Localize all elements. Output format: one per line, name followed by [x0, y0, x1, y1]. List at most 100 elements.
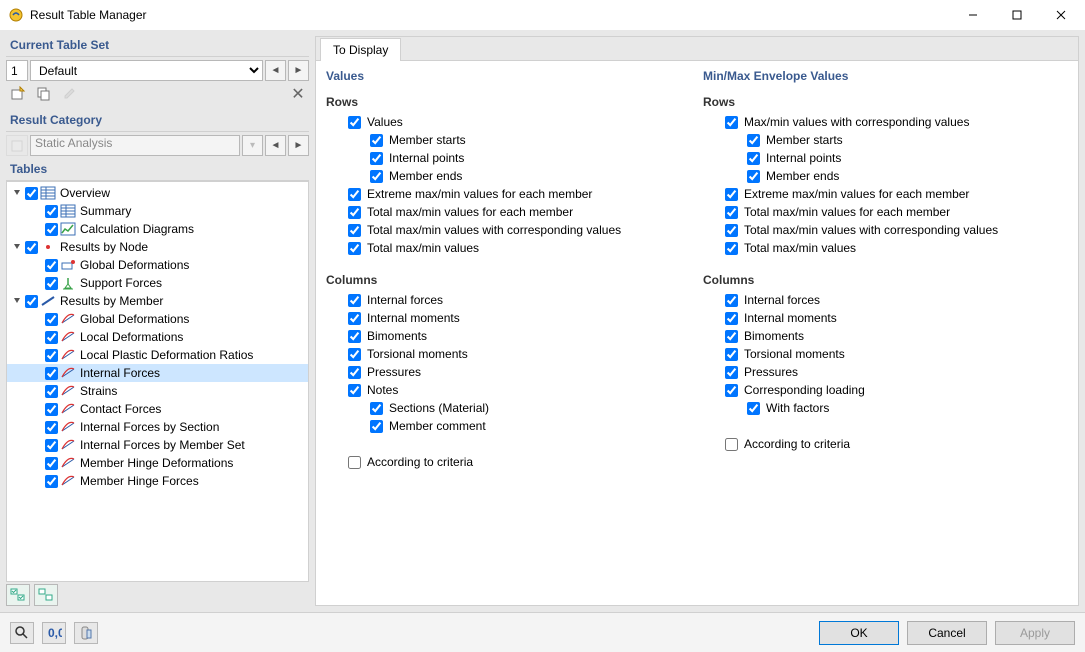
tree-item[interactable]: Member Hinge Deformations [7, 454, 308, 472]
option-label: Total max/min values [367, 241, 479, 255]
close-button[interactable] [1039, 0, 1083, 30]
option-checkbox[interactable] [725, 206, 738, 219]
option-checkbox[interactable] [348, 188, 361, 201]
option-checkbox[interactable] [747, 152, 760, 165]
prev-category-button[interactable]: ◄ [265, 135, 286, 156]
option-checkbox[interactable] [747, 402, 760, 415]
option-checkbox[interactable] [725, 366, 738, 379]
units-button[interactable]: 0,00 [42, 622, 66, 644]
tab-to-display[interactable]: To Display [320, 38, 401, 61]
tree-checkbox[interactable] [25, 241, 38, 254]
curve-red-icon [60, 455, 76, 471]
tree-checkbox[interactable] [45, 385, 58, 398]
tree-checkbox[interactable] [45, 475, 58, 488]
tree-caret[interactable] [11, 187, 23, 199]
option-checkbox[interactable] [348, 366, 361, 379]
option-checkbox[interactable] [370, 134, 383, 147]
new-table-set-button[interactable] [6, 83, 30, 105]
tree-item[interactable]: Internal Forces by Section [7, 418, 308, 436]
option-checkbox[interactable] [725, 224, 738, 237]
tree-checkbox[interactable] [45, 439, 58, 452]
tree-item[interactable]: Summary [7, 202, 308, 220]
delete-table-set-button[interactable]: ✕ [287, 83, 309, 105]
option-checkbox[interactable] [370, 402, 383, 415]
prev-table-set-button[interactable]: ◄ [265, 60, 286, 81]
option-checkbox[interactable] [348, 330, 361, 343]
envelope-title: Min/Max Envelope Values [703, 67, 1068, 91]
option-checkbox[interactable] [370, 152, 383, 165]
tree-item[interactable]: Global Deformations [7, 310, 308, 328]
tree-caret[interactable] [11, 295, 23, 307]
select-all-button[interactable] [6, 584, 30, 606]
tree-item[interactable]: Local Deformations [7, 328, 308, 346]
tables-tree[interactable]: OverviewSummaryCalculation DiagramsResul… [6, 181, 309, 582]
copy-table-set-button[interactable] [32, 83, 56, 105]
option-checkbox[interactable] [370, 420, 383, 433]
check-row: Internal moments [326, 309, 691, 327]
tree-group[interactable]: Overview [7, 184, 308, 202]
check-row: Member starts [703, 131, 1068, 149]
option-checkbox[interactable] [725, 188, 738, 201]
tree-checkbox[interactable] [45, 205, 58, 218]
tree-item[interactable]: Support Forces [7, 274, 308, 292]
option-checkbox[interactable] [348, 312, 361, 325]
maximize-button[interactable] [995, 0, 1039, 30]
option-checkbox[interactable] [725, 242, 738, 255]
tree-checkbox[interactable] [45, 331, 58, 344]
option-checkbox[interactable] [348, 224, 361, 237]
option-checkbox[interactable] [370, 170, 383, 183]
option-checkbox[interactable] [348, 116, 361, 129]
tree-checkbox[interactable] [45, 313, 58, 326]
option-checkbox[interactable] [725, 312, 738, 325]
tree-item[interactable]: Contact Forces [7, 400, 308, 418]
apply-button[interactable]: Apply [995, 621, 1075, 645]
deselect-all-button[interactable] [34, 584, 58, 606]
tree-item[interactable]: Global Deformations [7, 256, 308, 274]
envelope-column: Min/Max Envelope ValuesRowsMax/min value… [703, 67, 1068, 599]
cancel-button[interactable]: Cancel [907, 621, 987, 645]
tree-checkbox[interactable] [25, 187, 38, 200]
option-checkbox[interactable] [725, 330, 738, 343]
option-checkbox[interactable] [725, 438, 738, 451]
tree-item[interactable]: Calculation Diagrams [7, 220, 308, 238]
tree-checkbox[interactable] [45, 259, 58, 272]
tree-item[interactable]: Strains [7, 382, 308, 400]
tree-checkbox[interactable] [45, 223, 58, 236]
tree-checkbox[interactable] [45, 277, 58, 290]
option-checkbox[interactable] [725, 384, 738, 397]
option-checkbox[interactable] [725, 294, 738, 307]
tree-group[interactable]: Results by Node [7, 238, 308, 256]
next-category-button[interactable]: ► [288, 135, 309, 156]
tree-checkbox[interactable] [45, 421, 58, 434]
reset-button[interactable] [74, 622, 98, 644]
minimize-button[interactable] [951, 0, 995, 30]
option-checkbox[interactable] [348, 348, 361, 361]
option-checkbox[interactable] [747, 170, 760, 183]
option-checkbox[interactable] [747, 134, 760, 147]
option-checkbox[interactable] [348, 456, 361, 469]
tree-checkbox[interactable] [45, 403, 58, 416]
tree-checkbox[interactable] [25, 295, 38, 308]
option-checkbox[interactable] [725, 116, 738, 129]
option-checkbox[interactable] [348, 384, 361, 397]
option-checkbox[interactable] [725, 348, 738, 361]
tree-checkbox[interactable] [45, 349, 58, 362]
option-checkbox[interactable] [348, 206, 361, 219]
tree-item-label: Summary [78, 204, 133, 218]
tree-item[interactable]: Local Plastic Deformation Ratios [7, 346, 308, 364]
tree-group[interactable]: Results by Member [7, 292, 308, 310]
tree-item[interactable]: Member Hinge Forces [7, 472, 308, 490]
option-checkbox[interactable] [348, 294, 361, 307]
tree-item[interactable]: Internal Forces [7, 364, 308, 382]
ok-button[interactable]: OK [819, 621, 899, 645]
search-button[interactable] [10, 622, 34, 644]
next-table-set-button[interactable]: ► [288, 60, 309, 81]
tree-caret[interactable] [11, 241, 23, 253]
check-row: Total max/min values for each member [326, 203, 691, 221]
tree-item[interactable]: Internal Forces by Member Set [7, 436, 308, 454]
tree-checkbox[interactable] [45, 367, 58, 380]
table-set-number[interactable] [6, 60, 28, 81]
tree-checkbox[interactable] [45, 457, 58, 470]
option-checkbox[interactable] [348, 242, 361, 255]
table-set-select[interactable]: Default [30, 60, 263, 81]
